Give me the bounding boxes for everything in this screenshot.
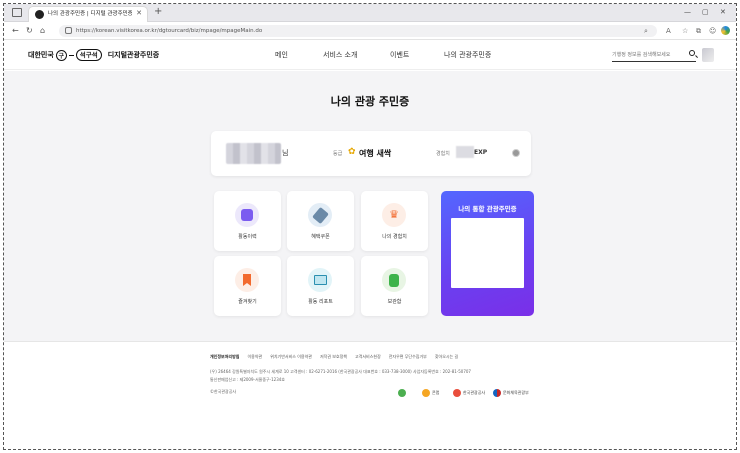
footer-address: (우) 26464 강원특별자치도 원주시 세계로 10 고객센터 : 02-6…	[210, 369, 471, 374]
tile-storage[interactable]: 보관함	[361, 256, 428, 316]
main-content: 나의 관광 주민증 님 등급 ✿ 여행 새싹 경험치 EXP 활동이력 혜택쿠폰	[4, 71, 736, 341]
logo-brand: 대한민국	[28, 51, 54, 59]
crown-icon: ♛	[382, 203, 406, 227]
partner-name: 콘랩	[432, 390, 440, 395]
partner-badge-icon	[398, 389, 406, 397]
footer-license: 통신판매업신고 : 제2009-서울중구-1234호	[210, 377, 285, 382]
partner-logo-1	[398, 389, 406, 397]
tile-coupon[interactable]: 혜택쿠폰	[287, 191, 354, 251]
partner-logo-konlab: 콘랩	[422, 389, 439, 397]
konlab-icon	[422, 389, 430, 397]
tile-label: 혜택쿠폰	[311, 234, 330, 240]
report-icon	[308, 268, 332, 292]
footer-link-charter[interactable]: 고객서비스헌장	[355, 354, 381, 360]
nav-service-intro[interactable]: 서비스 소개	[323, 50, 357, 60]
logo-ring: 구	[55, 49, 67, 61]
integrated-card-panel[interactable]: 나의 통합 관광주민증	[441, 191, 534, 316]
browser-tab-bar: 나의 관광주민증 | 디지털 관광주민증 ✕ + — ▢ ✕	[4, 4, 736, 22]
tile-label: 활동 리포트	[308, 299, 333, 305]
close-window-icon[interactable]: ✕	[720, 7, 726, 17]
refresh-icon[interactable]: ↻	[26, 26, 33, 36]
zoom-icon[interactable]: ⌕	[644, 26, 648, 36]
browser-toolbar: ← ↻ ⌂ https://korean.visitkorea.or.kr/dg…	[4, 22, 736, 40]
card-qr-placeholder	[451, 218, 524, 288]
footer-links: 개인정보처리방침 이용약관 위치기반서비스 이용약관 저작권 보호정책 고객서비…	[210, 354, 458, 360]
tile-report[interactable]: 활동 리포트	[287, 256, 354, 316]
address-bar[interactable]: https://korean.visitkorea.or.kr/dgtourca…	[59, 25, 657, 37]
footer-link-copyright[interactable]: 저작권 보호정책	[320, 354, 347, 360]
tile-label: 활동이력	[238, 234, 257, 240]
logo-dash	[68, 54, 74, 56]
storage-icon	[382, 268, 406, 292]
tab-close-icon[interactable]: ✕	[136, 9, 142, 17]
tile-label: 보관함	[387, 299, 402, 305]
kto-icon	[453, 389, 461, 397]
bookmark-icon	[235, 268, 259, 292]
search-box	[612, 48, 696, 62]
tile-activity-history[interactable]: 활동이력	[214, 191, 281, 251]
tab-title: 나의 관광주민증 | 디지털 관광주민증	[48, 11, 132, 17]
footer-link-email-refusal[interactable]: 전자우편 무단수집거부	[389, 354, 427, 360]
ministry-icon	[493, 389, 501, 397]
new-tab-icon[interactable]: +	[154, 7, 162, 17]
tile-bookmark[interactable]: 즐겨찾기	[214, 256, 281, 316]
promo-title: 나의 통합 관광주민증	[458, 205, 517, 213]
activity-history-icon	[235, 203, 259, 227]
site-favicon-icon	[35, 10, 44, 19]
footer-copyright: ©한국관광공사	[210, 389, 237, 394]
tile-my-exp[interactable]: ♛ 나의 경험치	[361, 191, 428, 251]
lock-icon	[65, 27, 72, 34]
grade-value: 여행 새싹	[359, 149, 392, 158]
favorite-star-icon[interactable]: ☆	[682, 26, 688, 36]
browser-window: 나의 관광주민증 | 디지털 관광주민증 ✕ + — ▢ ✕ ← ↻ ⌂ htt…	[3, 3, 737, 450]
name-suffix: 님	[282, 149, 289, 157]
tile-label: 즐겨찾기	[238, 299, 257, 305]
logo-pill: 석구석	[75, 49, 102, 61]
sprout-icon: ✿	[348, 147, 356, 157]
user-avatar[interactable]	[702, 48, 714, 62]
search-input[interactable]	[612, 50, 684, 60]
page-title: 나의 관광 주민증	[330, 95, 410, 108]
grade-label: 등급	[333, 151, 343, 157]
site-logo[interactable]: 대한민국 구 석구석 디지털관광주민증	[28, 48, 159, 62]
footer-link-privacy[interactable]: 개인정보처리방침	[210, 354, 239, 360]
maximize-icon[interactable]: ▢	[702, 7, 709, 17]
info-icon[interactable]	[512, 149, 520, 157]
nav-event[interactable]: 이벤트	[390, 50, 409, 60]
minimize-icon[interactable]: —	[684, 7, 691, 17]
home-icon[interactable]: ⌂	[40, 26, 45, 36]
profile-card: 님 등급 ✿ 여행 새싹 경험치 EXP	[211, 131, 531, 176]
partner-name: 문화체육관광부	[503, 390, 529, 395]
footer-link-location-terms[interactable]: 위치기반서비스 이용약관	[270, 354, 312, 360]
coupon-icon	[308, 203, 332, 227]
exp-value-blurred	[456, 146, 474, 158]
window-menu-icon[interactable]	[12, 8, 22, 17]
read-aloud-icon[interactable]: A	[666, 26, 671, 36]
profile-icon[interactable]: ☺	[709, 26, 716, 36]
search-icon[interactable]	[689, 50, 695, 56]
partner-logo-ministry: 문화체육관광부	[493, 389, 529, 397]
nav-main[interactable]: 메인	[275, 50, 288, 60]
browser-copilot-icon[interactable]	[721, 26, 730, 35]
site-footer: 개인정보처리방침 이용약관 위치기반서비스 이용약관 저작권 보호정책 고객서비…	[4, 341, 736, 449]
partner-logo-kto: 한국관광공사	[453, 389, 485, 397]
nav-my-card[interactable]: 나의 관광주민증	[444, 50, 491, 60]
back-icon[interactable]: ←	[12, 26, 19, 36]
url-text: https://korean.visitkorea.or.kr/dgtourca…	[76, 28, 263, 34]
exp-label: 경험치	[436, 151, 450, 157]
footer-link-directions[interactable]: 찾아오시는 길	[435, 354, 458, 360]
exp-unit: EXP	[474, 149, 488, 156]
user-name-blurred	[226, 143, 281, 164]
browser-tab[interactable]: 나의 관광주민증 | 디지털 관광주민증 ✕	[28, 6, 148, 22]
footer-link-terms[interactable]: 이용약관	[247, 354, 262, 360]
site-header: 대한민국 구 석구석 디지털관광주민증 메인 서비스 소개 이벤트 나의 관광주…	[4, 40, 736, 70]
partner-name: 한국관광공사	[463, 390, 486, 395]
logo-service-name: 디지털관광주민증	[107, 51, 160, 59]
tile-label: 나의 경험치	[382, 234, 407, 240]
collections-icon[interactable]: ⧉	[696, 26, 701, 36]
